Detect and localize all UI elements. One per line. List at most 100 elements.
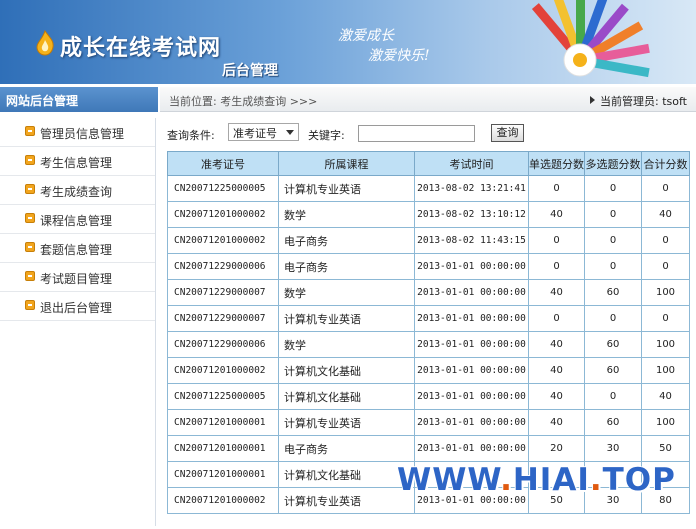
score-table: 准考证号 所属课程 考试时间 单选题分数 多选题分数 合计分数 CN200712…: [167, 151, 690, 514]
cell-exam-id: CN20071229000007: [167, 279, 279, 306]
column-header-total-score: 合计分数: [641, 151, 690, 176]
cell-exam-time: 2013-08-02 13:21:41: [414, 175, 529, 202]
cell-exam-time: 2013-01-01 00:00:00: [414, 279, 529, 306]
cell-total-score: 0: [641, 253, 690, 280]
cell-total-score: 50: [641, 435, 690, 462]
column-header-course: 所属课程: [278, 151, 415, 176]
cell-single-score: 20: [528, 435, 585, 462]
cell-exam-id: CN20071225000005: [167, 175, 279, 202]
sidebar-item-paper-set[interactable]: 套题信息管理: [0, 234, 155, 263]
sidebar-item-label: 课程信息管理: [40, 214, 113, 228]
cell-multi-score: 60: [584, 409, 642, 436]
current-admin: 当前管理员: tsoft: [600, 95, 687, 108]
cell-exam-time: 2013-01-01 00:00:00: [414, 383, 529, 410]
cell-exam-id: CN20071201000001: [167, 409, 279, 436]
table-row: CN20071201000001 电子商务 2013-01-01 00:00:00 2…: [167, 435, 690, 462]
cell-single-score: 0: [528, 305, 585, 332]
cell-multi-score: 0: [584, 305, 642, 332]
watermark-dot: .: [589, 462, 603, 498]
cell-multi-score: 0: [584, 383, 642, 410]
breadcrumb: 当前位置: 考生成绩查询 >>>: [169, 95, 318, 108]
sidebar-item-course-info[interactable]: 课程信息管理: [0, 205, 155, 234]
cell-single-score: 40: [528, 383, 585, 410]
sidebar-item-student-info[interactable]: 考生信息管理: [0, 147, 155, 176]
cell-total-score: 0: [641, 305, 690, 332]
table-row: CN20071229000006 数学 2013-01-01 00:00:00 40 6…: [167, 331, 690, 358]
cell-exam-id: CN20071229000007: [167, 305, 279, 332]
keyword-input[interactable]: [358, 125, 475, 142]
location-bar: 当前位置: 考生成绩查询 >>> 当前管理员: tsoft: [160, 87, 696, 112]
svg-text:激爱成长: 激爱成长: [338, 28, 395, 44]
column-header-exam-id: 准考证号: [167, 151, 279, 176]
cell-single-score: 40: [528, 409, 585, 436]
cell-total-score: 100: [641, 279, 690, 306]
cell-multi-score: 60: [584, 331, 642, 358]
table-row: CN20071229000007 计算机专业英语 2013-01-01 00:00:…: [167, 305, 690, 332]
square-bullet-icon: [25, 300, 35, 310]
table-row: CN20071225000005 计算机文化基础 2013-01-01 00:00:…: [167, 383, 690, 410]
cell-exam-id: CN20071201000002: [167, 487, 279, 514]
cell-multi-score: 60: [584, 357, 642, 384]
search-button[interactable]: 查询: [491, 124, 524, 142]
cell-course: 电子商务: [278, 253, 415, 280]
cell-multi-score: 0: [584, 253, 642, 280]
watermark: WWW.HIAI.TOP: [397, 462, 676, 498]
cell-multi-score: 30: [584, 435, 642, 462]
square-bullet-icon: [25, 184, 35, 194]
square-bullet-icon: [25, 213, 35, 223]
sidebar-item-score-query[interactable]: 考生成绩查询: [0, 176, 155, 205]
cell-exam-time: 2013-01-01 00:00:00: [414, 435, 529, 462]
cell-multi-score: 60: [584, 279, 642, 306]
cell-exam-time: 2013-01-01 00:00:00: [414, 357, 529, 384]
sidebar-menu: 管理员信息管理 考生信息管理 考生成绩查询 课程信息管理 套题信息管理 考试题目…: [0, 118, 156, 526]
cell-exam-time: 2013-01-01 00:00:00: [414, 305, 529, 332]
table-row: CN20071229000007 数学 2013-01-01 00:00:00 40 6…: [167, 279, 690, 306]
cell-course: 数学: [278, 279, 415, 306]
cell-course: 数学: [278, 201, 415, 228]
sidebar-item-label: 考生成绩查询: [40, 185, 113, 199]
watermark-part: TOP: [602, 462, 676, 498]
square-bullet-icon: [25, 271, 35, 281]
cell-exam-id: CN20071201000002: [167, 357, 279, 384]
cell-total-score: 100: [641, 331, 690, 358]
cell-course: 计算机专业英语: [278, 409, 415, 436]
sidebar-item-question-manage[interactable]: 考试题目管理: [0, 263, 155, 292]
sidebar-item-admin-info[interactable]: 管理员信息管理: [0, 118, 155, 147]
sidebar-item-logout[interactable]: 退出后台管理: [0, 292, 155, 321]
cell-total-score: 100: [641, 357, 690, 384]
cell-total-score: 100: [641, 409, 690, 436]
table-row: CN20071201000002 计算机文化基础 2013-01-01 00:00:…: [167, 357, 690, 384]
triangle-right-icon: [590, 96, 595, 104]
cell-single-score: 40: [528, 331, 585, 358]
cell-multi-score: 0: [584, 175, 642, 202]
cell-exam-id: CN20071201000002: [167, 227, 279, 254]
cell-single-score: 0: [528, 175, 585, 202]
colored-pencils-illustration: [531, 0, 650, 78]
column-header-multi-score: 多选题分数: [584, 151, 642, 176]
cell-multi-score: 0: [584, 201, 642, 228]
flame-icon: [36, 30, 54, 56]
cell-exam-id: CN20071201000001: [167, 461, 279, 488]
sidebar-item-label: 套题信息管理: [40, 243, 113, 257]
sidebar-item-label: 考生信息管理: [40, 156, 113, 170]
svg-text:激爱快乐!: 激爱快乐!: [368, 48, 430, 64]
cell-single-score: 40: [528, 279, 585, 306]
table-row: CN20071225000005 计算机专业英语 2013-08-02 13:21:…: [167, 175, 690, 202]
condition-label: 查询条件:: [167, 129, 215, 142]
column-header-single-score: 单选题分数: [528, 151, 585, 176]
sidebar-item-label: 退出后台管理: [40, 301, 113, 315]
table-row: CN20071201000002 数学 2013-08-02 13:10:12 40 0…: [167, 201, 690, 228]
square-bullet-icon: [25, 242, 35, 252]
cell-course: 计算机专业英语: [278, 487, 415, 514]
cell-single-score: 40: [528, 201, 585, 228]
cell-course: 计算机文化基础: [278, 357, 415, 384]
condition-select[interactable]: 准考证号: [228, 123, 299, 141]
cell-exam-time: 2013-08-02 11:43:15: [414, 227, 529, 254]
watermark-dot: .: [500, 462, 513, 498]
cell-course: 电子商务: [278, 435, 415, 462]
sidebar-title: 网站后台管理: [0, 87, 158, 112]
header-banner: 成长在线考试网 后台管理 激爱成长 激爱快乐!: [0, 0, 696, 84]
cell-course: 计算机文化基础: [278, 383, 415, 410]
keyword-label: 关键字:: [308, 129, 345, 142]
cell-exam-id: CN20071229000006: [167, 331, 279, 358]
